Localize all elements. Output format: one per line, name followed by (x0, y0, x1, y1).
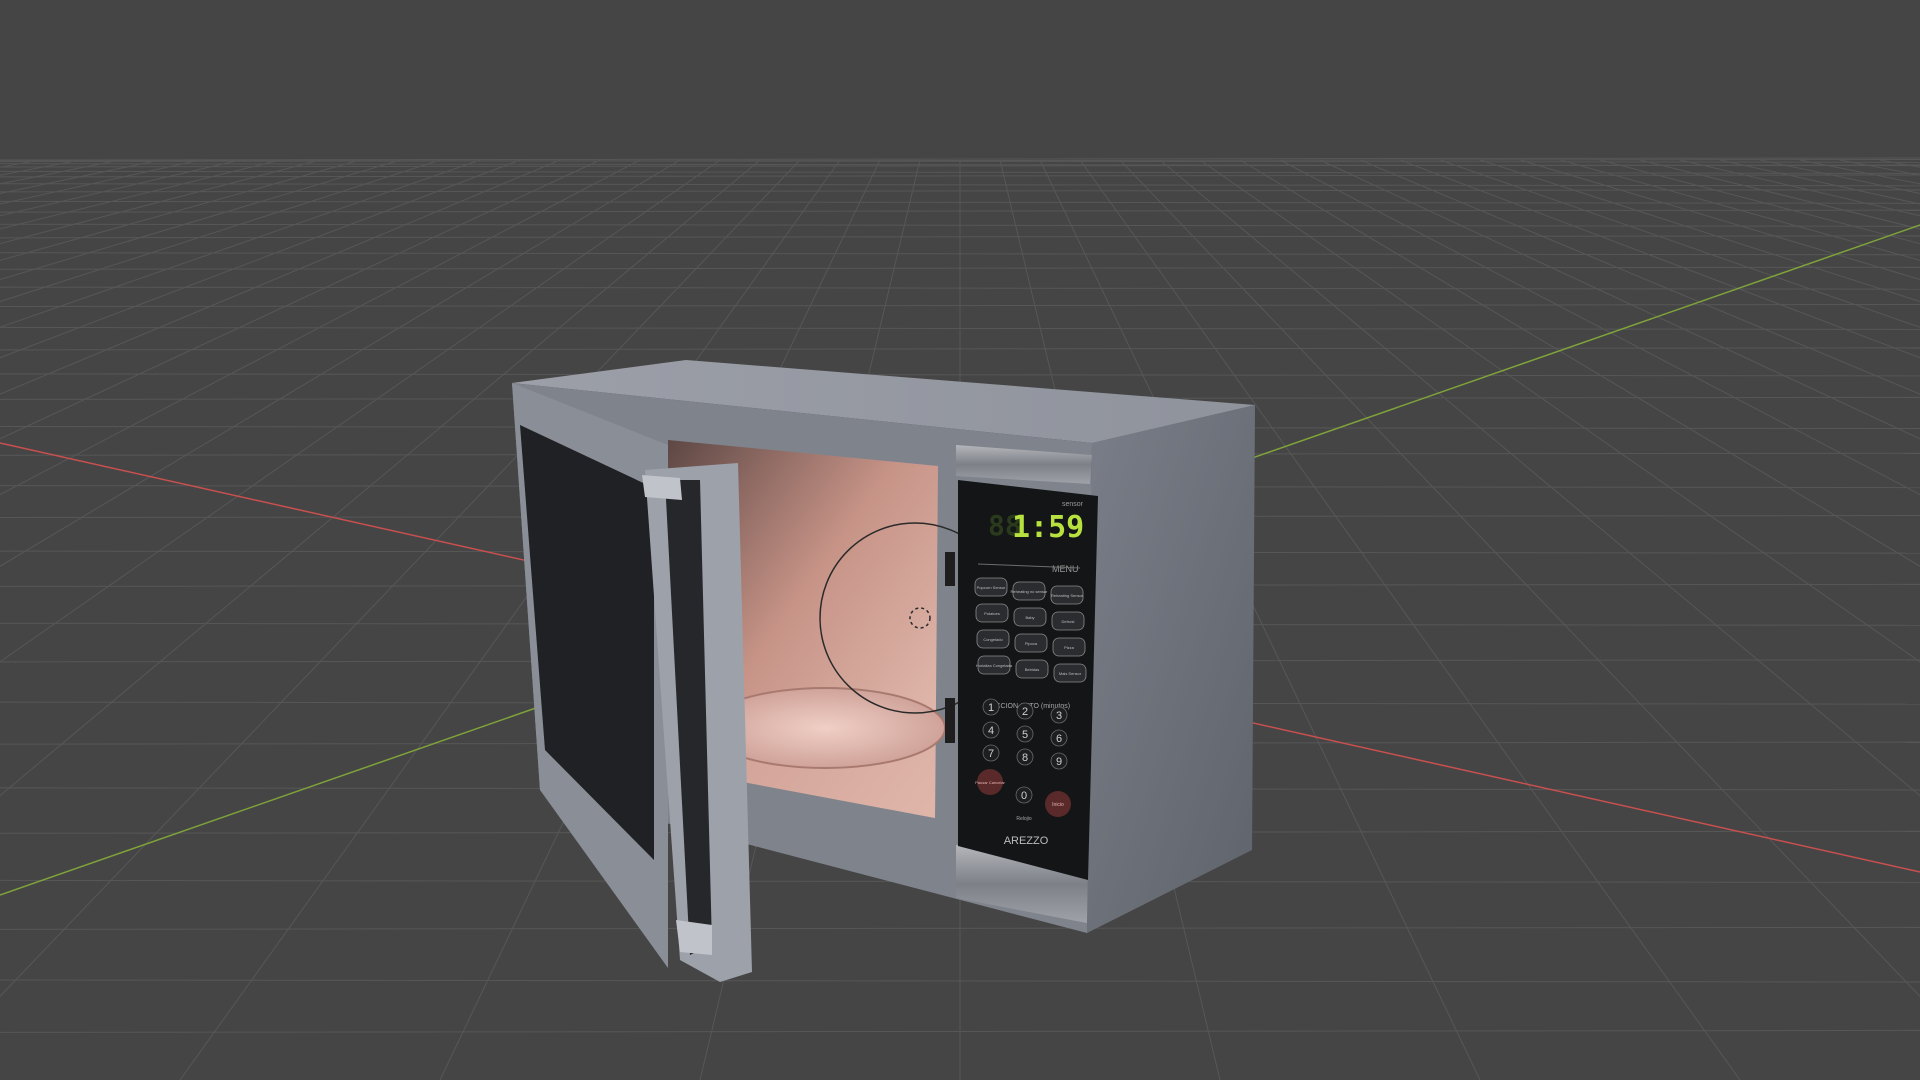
function-key-label: Potatoes (984, 611, 1000, 616)
number-key-label: 0 (1021, 790, 1027, 802)
function-key-label: Popcorn Sensor (977, 585, 1006, 590)
number-key-label: 4 (988, 725, 994, 737)
start-button[interactable]: Inicio (1045, 791, 1071, 817)
number-key-label: 5 (1022, 729, 1028, 741)
grid-line (1679, 159, 1920, 217)
grid-line (1399, 159, 1920, 359)
brand-logo-text: AREZZO (1004, 835, 1049, 847)
number-key[interactable]: 7 (982, 744, 1000, 762)
function-key[interactable]: Pizza (1052, 637, 1086, 657)
grid-line (0, 159, 481, 328)
function-key[interactable]: Hortaliza Congelada (976, 655, 1013, 675)
grid-line (1559, 159, 1920, 261)
function-key-label: Hortaliza Congelada (976, 663, 1013, 668)
clock-display: 1:59 (1012, 510, 1084, 545)
number-key-label: 1 (988, 702, 994, 714)
number-key-label: 8 (1022, 752, 1028, 764)
function-key-label: Reheating Sensor (1051, 593, 1084, 598)
grid-line (0, 159, 281, 230)
grid-line (0, 159, 521, 359)
grid-line (1879, 159, 1920, 168)
zero-caption: Relojio (1016, 816, 1032, 822)
function-key-label: Congelado (983, 637, 1003, 642)
number-key[interactable]: 0 (1015, 786, 1033, 804)
function-key-label: Baby (1025, 615, 1034, 620)
grid-line (1439, 159, 1920, 328)
stop-button-label: Pausar Cancelar (975, 780, 1005, 785)
function-key-label: Bebidas (1025, 667, 1039, 672)
grid-line (0, 159, 161, 194)
grid-line (1759, 159, 1920, 194)
function-key[interactable]: Reheating Sensor (1050, 585, 1084, 605)
function-key[interactable]: Potatoes (975, 603, 1009, 623)
grid-line (1639, 159, 1920, 230)
number-key[interactable]: 4 (982, 721, 1000, 739)
function-key[interactable]: Defrost (1051, 611, 1085, 631)
function-key-label: Defrost (1062, 619, 1076, 624)
number-key-label: 3 (1056, 710, 1062, 722)
number-key[interactable]: 6 (1050, 729, 1068, 747)
latch-slot-top (945, 552, 955, 586)
grid-line (1479, 159, 1920, 303)
function-key-label: Pizza (1064, 645, 1075, 650)
number-key[interactable]: 2 (1016, 702, 1034, 720)
grid-line (1719, 159, 1920, 205)
viewport-canvas[interactable]: sensor 88 1:59 MENU Popcorn SensorReheat… (0, 0, 1920, 1080)
door-hinge-bottom (676, 920, 712, 955)
number-key[interactable]: 5 (1016, 725, 1034, 743)
number-key-label: 6 (1056, 733, 1062, 745)
number-key[interactable]: 3 (1050, 706, 1068, 724)
display-label: sensor (1062, 501, 1084, 508)
grid-line (0, 159, 321, 245)
number-key[interactable]: 1 (982, 698, 1000, 716)
menu-label: MENU (1052, 564, 1079, 574)
grid-line (0, 159, 441, 303)
grid-line (0, 159, 201, 205)
number-key-label: 7 (988, 748, 994, 760)
microwave-model[interactable] (512, 360, 1255, 982)
3d-viewport[interactable]: sensor 88 1:59 MENU Popcorn Sensor Reheat… (0, 0, 1920, 1080)
function-key[interactable]: Reheating no sensor (1011, 581, 1049, 601)
function-key[interactable]: Baby (1013, 607, 1047, 627)
number-key[interactable]: 8 (1016, 748, 1034, 766)
grid-line (0, 159, 361, 261)
function-key[interactable]: Pipoca (1014, 633, 1048, 653)
latch-slot-bottom (945, 698, 955, 743)
grid-line (0, 159, 41, 168)
grid-line (1599, 159, 1920, 245)
function-key-label: Pipoca (1025, 641, 1038, 646)
number-key[interactable]: 9 (1050, 752, 1068, 770)
function-key[interactable]: Congelado (976, 629, 1010, 649)
function-key-label: Reheating no sensor (1011, 589, 1049, 594)
function-key[interactable]: Bebidas (1015, 659, 1049, 679)
number-key-label: 9 (1056, 756, 1062, 768)
grid-line (1279, 159, 1920, 496)
function-key-label: Mais Sensor (1059, 671, 1082, 676)
number-key-label: 2 (1022, 706, 1028, 718)
door-hinge-top (642, 475, 682, 500)
microwave-side-panel (1087, 405, 1255, 933)
function-key[interactable]: Mais Sensor (1053, 663, 1087, 683)
grid-line (1239, 159, 1920, 567)
start-button-label: Inicio (1052, 802, 1064, 808)
function-key[interactable]: Popcorn Sensor (974, 577, 1008, 597)
grid-line (0, 159, 241, 217)
grid-line (1159, 159, 1920, 797)
